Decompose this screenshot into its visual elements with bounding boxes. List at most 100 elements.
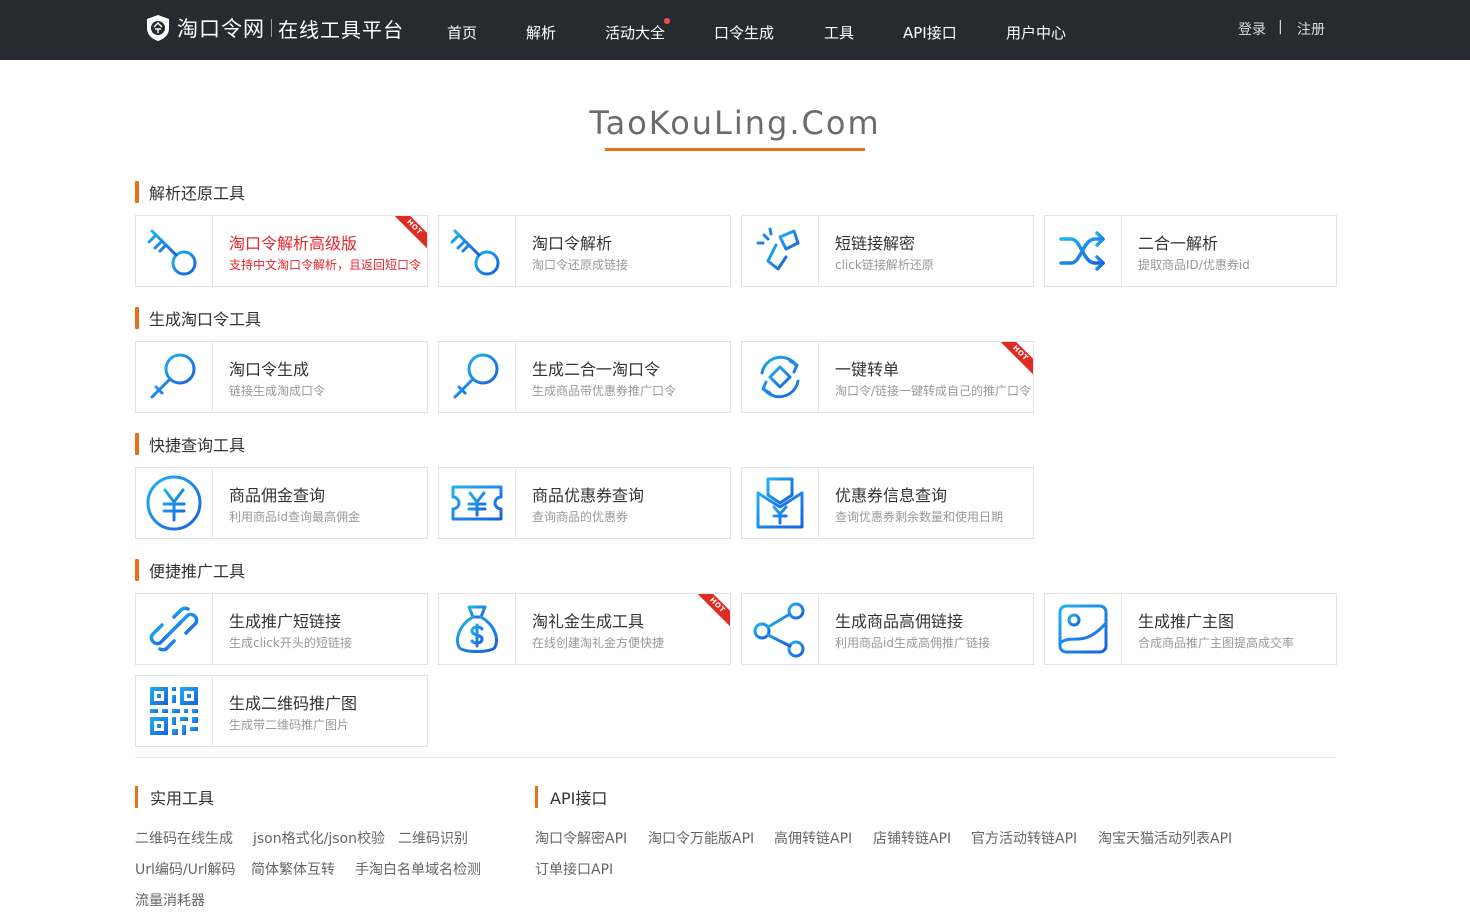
section-title-generate: 生成淘口令工具 — [135, 306, 261, 330]
card-title: 短链接解密 — [835, 234, 916, 253]
utility-tools-title: 实用工具 — [135, 785, 214, 809]
hot-badge: HOT — [694, 594, 730, 629]
section-title-text: 便捷推广工具 — [149, 562, 246, 581]
tool-card-coupon-query[interactable]: 商品优惠券查询 查询商品的优惠券 — [438, 467, 731, 539]
card-icon-box — [439, 468, 516, 538]
link-api-tkl-universal[interactable]: 淘口令万能版API — [648, 828, 754, 848]
tool-card-promo-image[interactable]: 生成推广主图 合成商品推广主图提高成交率 — [1044, 593, 1337, 665]
tool-card-qr-promo[interactable]: 生成二维码推广图 生成带二维码推广图片 — [135, 675, 428, 747]
section-divider — [135, 757, 1336, 758]
nav-parse[interactable]: 解析 — [526, 22, 556, 43]
link-qrcode-generate[interactable]: 二维码在线生成 — [135, 828, 233, 848]
section-accent-bar — [535, 786, 538, 808]
card-desc: 在线创建淘礼金方便快捷 — [532, 636, 665, 650]
nav-user-center[interactable]: 用户中心 — [1006, 22, 1066, 43]
card-title: 淘口令解析 — [532, 234, 613, 253]
shield-logo-icon — [147, 15, 169, 41]
tool-card-two-in-one-generate[interactable]: 生成二合一淘口令 生成商品带优惠券推广口令 — [438, 341, 731, 413]
card-desc: 支持中文淘口令解析，且返回短口令 — [229, 258, 422, 272]
card-icon-box — [439, 594, 516, 664]
magnifier-icon — [150, 353, 196, 399]
card-icon-box — [136, 676, 213, 746]
nav-home[interactable]: 首页 — [447, 22, 477, 43]
link-api-tkl-decrypt[interactable]: 淘口令解密API — [535, 828, 627, 848]
card-title: 淘礼金生成工具 — [532, 612, 645, 631]
tool-card-short-link-decrypt[interactable]: 短链接解密 click链接解析还原 — [741, 215, 1034, 287]
section-title-text: 生成淘口令工具 — [149, 310, 262, 329]
card-title: 淘口令解析高级版 — [229, 234, 358, 253]
nav-activities[interactable]: 活动大全 — [605, 18, 671, 43]
hot-badge: HOT — [391, 216, 427, 251]
link-url-encode[interactable]: Url编码/Url解码 — [135, 859, 236, 879]
nav-generate[interactable]: 口令生成 — [714, 22, 774, 43]
link-json-format[interactable]: json格式化/json校验 — [253, 828, 385, 848]
link-whitelist-check[interactable]: 手淘白名单域名检测 — [355, 859, 481, 879]
card-icon-box — [742, 216, 819, 286]
login-link[interactable]: 登录 — [1238, 19, 1266, 39]
section-title-query: 快捷查询工具 — [135, 432, 245, 456]
card-desc: 提取商品ID/优惠券id — [1138, 258, 1250, 272]
qr-code-icon — [150, 687, 198, 735]
link-api-orders[interactable]: 订单接口API — [535, 859, 613, 879]
nav-tools[interactable]: 工具 — [824, 22, 854, 43]
section-title-text: 解析还原工具 — [149, 184, 246, 203]
yen-ticket-icon — [451, 485, 503, 521]
card-icon-box — [1045, 216, 1122, 286]
notification-dot — [664, 18, 671, 24]
site-logo[interactable]: 淘口令网 在线工具平台 — [143, 12, 404, 44]
utility-tools-title-text: 实用工具 — [150, 789, 215, 808]
link-api-shop-convert[interactable]: 店铺转链API — [873, 828, 951, 848]
tool-card-coupon-info[interactable]: 优惠券信息查询 查询优惠券剩余数量和使用日期 — [741, 467, 1034, 539]
card-title: 一键转单 — [835, 360, 900, 379]
card-title: 生成商品高佣链接 — [835, 612, 964, 631]
image-icon — [1058, 604, 1108, 654]
key-icon — [147, 229, 197, 276]
link-api-activity-list[interactable]: 淘宝天猫活动列表API — [1098, 828, 1232, 848]
link-api-activity-convert[interactable]: 官方活动转链API — [971, 828, 1077, 848]
api-block-title-text: API接口 — [550, 789, 608, 808]
auth-separator: | — [1278, 19, 1283, 35]
tool-card-tkl-parse-pro[interactable]: 淘口令解析高级版 支持中文淘口令解析，且返回短口令 HOT — [135, 215, 428, 287]
tool-card-high-commission-link[interactable]: 生成商品高佣链接 利用商品id生成高佣推广链接 — [741, 593, 1034, 665]
section-accent-bar — [135, 307, 139, 329]
section-title-promote: 便捷推广工具 — [135, 558, 245, 582]
money-bag-icon — [456, 605, 498, 653]
logo-name: 淘口令网 — [177, 17, 265, 41]
link-simplified-traditional[interactable]: 简体繁体互转 — [251, 859, 335, 879]
nav-api[interactable]: API接口 — [903, 22, 957, 43]
tool-card-two-in-one-parse[interactable]: 二合一解析 提取商品ID/优惠券id — [1044, 215, 1337, 287]
card-title: 生成推广短链接 — [229, 612, 342, 631]
card-desc: 链接生成淘成口令 — [229, 384, 326, 398]
card-desc: 生成带二维码推广图片 — [229, 718, 350, 732]
refresh-diamond-icon — [760, 355, 800, 399]
broken-link-icon — [756, 227, 800, 271]
link-qrcode-decode[interactable]: 二维码识别 — [398, 828, 468, 848]
logo-divider — [271, 19, 272, 37]
card-icon-box — [136, 342, 213, 412]
logo-tagline: 在线工具平台 — [278, 17, 404, 42]
tool-card-one-click-convert[interactable]: 一键转单 淘口令/链接一键转成自己的推广口令 HOT — [741, 341, 1034, 413]
link-api-high-commission[interactable]: 高佣转链API — [774, 828, 852, 848]
yen-envelope-icon — [756, 477, 804, 529]
card-desc: 查询优惠券剩余数量和使用日期 — [835, 510, 1004, 524]
nav-activities-label: 活动大全 — [605, 24, 666, 42]
card-icon-box — [136, 468, 213, 538]
hero-title: TaoKouLing.Com — [589, 104, 881, 142]
link-traffic-consumer[interactable]: 流量消耗器 — [135, 890, 205, 910]
card-title: 二合一解析 — [1138, 234, 1219, 253]
register-link[interactable]: 注册 — [1297, 19, 1325, 39]
card-desc: 合成商品推广主图提高成交率 — [1138, 636, 1295, 650]
tool-card-tkl-generate[interactable]: 淘口令生成 链接生成淘成口令 — [135, 341, 428, 413]
card-desc: 淘口令/链接一键转成自己的推广口令 — [835, 384, 1032, 398]
card-title: 生成推广主图 — [1138, 612, 1235, 631]
hot-badge: HOT — [997, 342, 1033, 377]
tool-card-taolijin[interactable]: 淘礼金生成工具 在线创建淘礼金方便快捷 HOT — [438, 593, 731, 665]
tool-card-commission-query[interactable]: 商品佣金查询 利用商品id查询最高佣金 — [135, 467, 428, 539]
card-icon-box — [1045, 594, 1122, 664]
tool-card-tkl-parse[interactable]: 淘口令解析 淘口令还原成链接 — [438, 215, 731, 287]
card-title: 淘口令生成 — [229, 360, 310, 379]
tool-card-short-link-generate[interactable]: 生成推广短链接 生成click开头的短链接 — [135, 593, 428, 665]
card-title: 生成二维码推广图 — [229, 694, 358, 713]
section-accent-bar — [135, 181, 139, 203]
card-desc: 利用商品id查询最高佣金 — [229, 510, 360, 524]
